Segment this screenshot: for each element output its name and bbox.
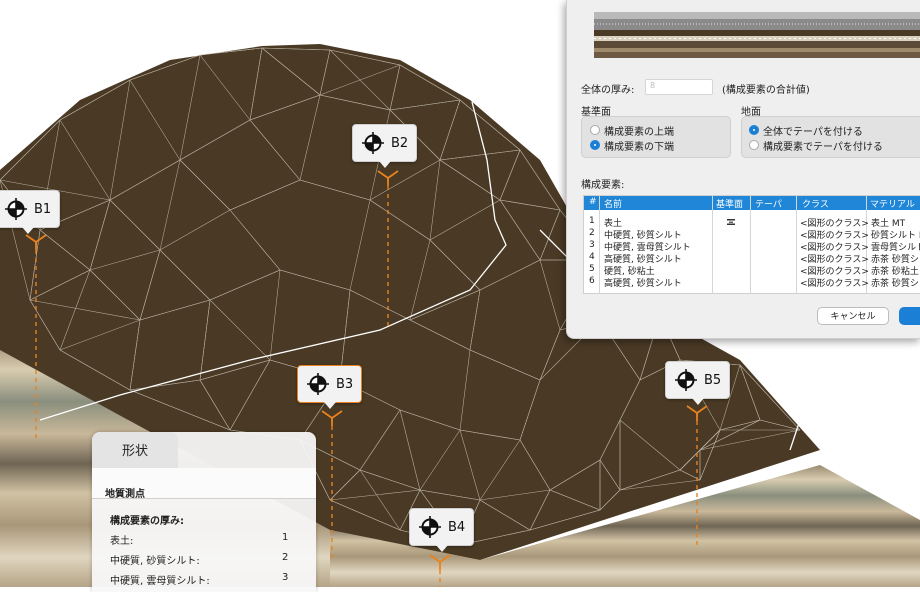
layer-value[interactable]: 2 — [282, 552, 288, 563]
marker-label: B3 — [336, 376, 354, 392]
components-label: 構成要素: — [581, 180, 625, 191]
row-material: 赤茶 砂質シ — [871, 279, 919, 289]
thickness-value: 8 — [650, 81, 656, 90]
marker-b4[interactable]: B4 — [409, 508, 475, 552]
row-name: 高硬質, 砂質シルト — [604, 279, 682, 289]
table-row[interactable]: 5 硬質, 砂粘土 <図形のクラス> 赤茶 砂粘土 — [584, 264, 920, 277]
row-class: <図形のクラス> — [800, 279, 869, 289]
crosshair-target-icon — [5, 198, 27, 220]
marker-b3[interactable]: B3 — [297, 365, 363, 409]
layer-value[interactable]: 3 — [282, 572, 288, 583]
marker-label: B5 — [704, 372, 722, 388]
ground-overall-radio[interactable] — [749, 125, 759, 135]
table-row[interactable]: 6 高硬質, 砂質シルト <図形のクラス> 赤茶 砂質シ — [584, 276, 920, 289]
row-num: 1 — [589, 216, 595, 226]
col-taper[interactable]: テーパ — [755, 197, 782, 210]
col-class[interactable]: クラス — [802, 197, 829, 210]
row-num: 6 — [589, 276, 595, 286]
thickness-title: 構成要素の厚み: — [110, 516, 184, 527]
panel-section-header: 地質測点 — [92, 468, 316, 500]
base-bottom-radio[interactable] — [590, 140, 600, 150]
layer-label: 中硬質, 砂質シルト: — [110, 556, 200, 567]
marker-label: B1 — [34, 201, 52, 217]
ground-component-radio[interactable] — [749, 140, 759, 150]
shape-palette: 形状 地質測点 構成要素の厚み: 表土: 1 中硬質, 砂質シルト: 2 中硬質… — [92, 432, 316, 592]
col-name[interactable]: 名前 — [604, 197, 622, 210]
crosshair-target-icon — [362, 132, 384, 154]
marker-b2[interactable]: B2 — [352, 124, 418, 168]
thickness-note: (構成要素の合計値) — [722, 85, 810, 96]
components-table: # 名前 基準面 テーパ クラス マテリアル 1 表土 <図形のクラス> 表土 … — [583, 195, 920, 294]
thickness-field[interactable]: 8 — [645, 79, 713, 95]
row-num: 3 — [589, 240, 595, 250]
ground-overall-label: 全体でテーパを付ける — [763, 127, 863, 138]
row-num: 2 — [589, 228, 595, 238]
table-row[interactable]: 4 高硬質, 砂質シルト <図形のクラス> 赤茶 砂質シ — [584, 252, 920, 265]
layer-value[interactable]: 1 — [282, 532, 288, 543]
row-num: 5 — [589, 264, 595, 274]
thickness-label: 全体の厚み: — [581, 85, 635, 96]
cancel-button[interactable]: キャンセル — [817, 307, 889, 325]
col-num[interactable]: # — [589, 197, 597, 207]
crosshair-target-icon — [675, 369, 697, 391]
base-surface-icon — [727, 219, 735, 225]
strata-preview — [594, 12, 920, 58]
table-header: # 名前 基準面 テーパ クラス マテリアル — [584, 196, 920, 210]
tab-shape[interactable]: 形状 — [92, 432, 178, 468]
table-row[interactable]: 1 表土 <図形のクラス> 表土 MT — [584, 216, 920, 229]
soil-components-dialog: 全体の厚み: 8 (構成要素の合計値) 基準面 構成要素の上端 構成要素の下端 … — [566, 0, 920, 339]
marker-b5[interactable]: B5 — [665, 361, 731, 405]
section-title: 地質測点 — [105, 489, 145, 500]
layer-label: 中硬質, 雲母質シルト: — [110, 576, 210, 587]
ground-component-label: 構成要素でテーパを付ける — [763, 142, 883, 153]
base-top-label: 構成要素の上端 — [604, 127, 674, 138]
marker-label: B2 — [391, 135, 409, 151]
marker-label: B4 — [448, 519, 466, 535]
col-base[interactable]: 基準面 — [716, 197, 743, 210]
layer-label: 表土: — [110, 536, 134, 547]
table-row[interactable]: 3 中硬質, 雲母質シルト <図形のクラス> 雲母質シルト — [584, 240, 920, 253]
row-num: 4 — [589, 252, 595, 262]
col-material[interactable]: マテリアル — [870, 197, 915, 210]
crosshair-target-icon — [419, 516, 441, 538]
table-row[interactable]: 2 中硬質, 砂質シルト <図形のクラス> 砂質シルト M — [584, 228, 920, 241]
base-top-radio[interactable] — [590, 125, 600, 135]
marker-b1[interactable]: B1 — [0, 190, 61, 234]
base-bottom-label: 構成要素の下端 — [604, 142, 674, 153]
ok-button[interactable] — [899, 307, 920, 325]
crosshair-target-icon — [307, 373, 329, 395]
